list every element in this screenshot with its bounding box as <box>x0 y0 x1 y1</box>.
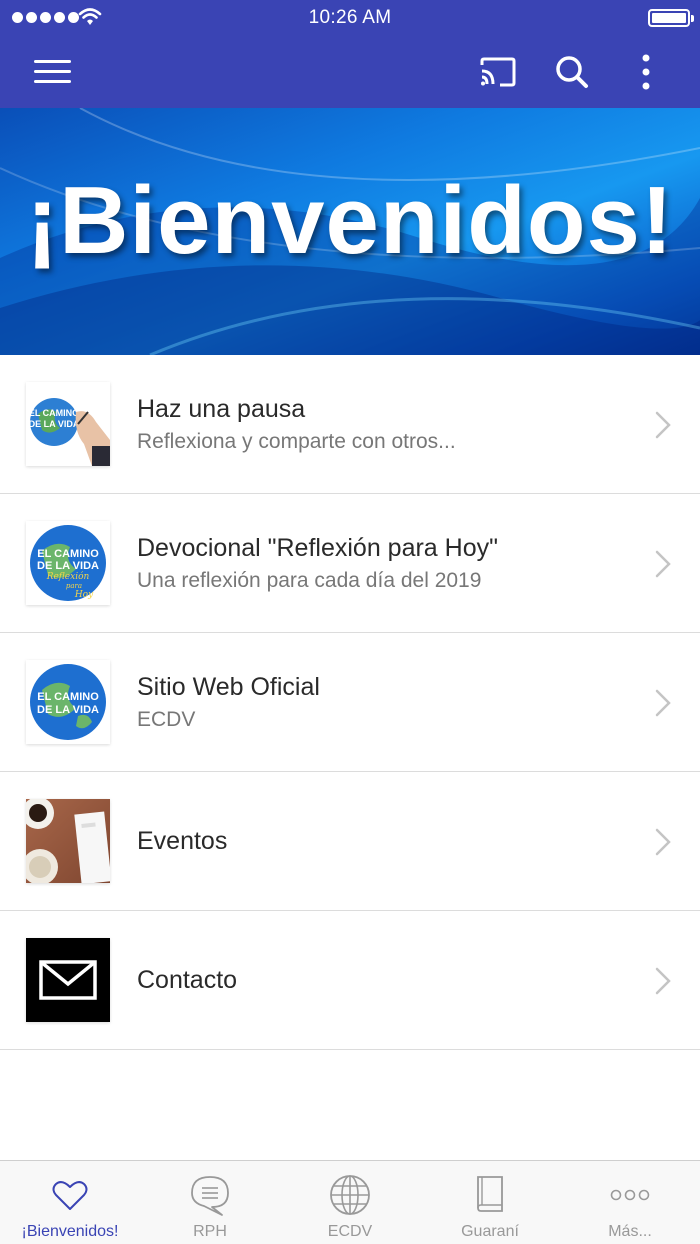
chevron-right-icon <box>655 967 671 995</box>
svg-text:DE LA VIDA: DE LA VIDA <box>37 560 99 572</box>
list-item-eventos[interactable]: Eventos <box>0 772 700 911</box>
top-app-bar <box>0 36 700 108</box>
globe-icon <box>330 1175 370 1215</box>
chat-bubble-icon <box>191 1176 229 1216</box>
svg-text:EL CAMINO: EL CAMINO <box>29 408 79 418</box>
list-item-title: Eventos <box>137 827 228 855</box>
svg-text:DE LA VIDA: DE LA VIDA <box>29 419 80 429</box>
status-bar: 10:26 AM <box>0 0 700 36</box>
search-button[interactable] <box>548 48 596 96</box>
list-item-title: Sitio Web Oficial <box>137 673 320 701</box>
cast-button[interactable] <box>474 48 522 96</box>
haz-una-pausa-thumbnail: EL CAMINO DE LA VIDA <box>26 382 110 466</box>
devocional-thumbnail: EL CAMINO DE LA VIDA Reflexión para Hoy <box>26 521 110 605</box>
eventos-thumbnail <box>26 799 110 883</box>
menu-icon <box>34 60 71 83</box>
list-item-title: Contacto <box>137 966 238 994</box>
menu-button[interactable] <box>29 48 77 96</box>
chevron-right-icon <box>655 550 671 578</box>
list-item-subtitle: ECDV <box>137 708 196 731</box>
search-icon <box>556 56 588 88</box>
envelope-icon <box>26 938 110 1022</box>
battery-icon <box>648 9 694 27</box>
more-dots-icon <box>610 1189 650 1201</box>
tab-rph[interactable]: RPH <box>140 1161 280 1244</box>
cast-icon <box>480 57 516 87</box>
list-item-subtitle: Reflexiona y comparte con otros... <box>137 430 456 453</box>
svg-text:Hoy: Hoy <box>74 590 94 600</box>
chevron-right-icon <box>655 689 671 717</box>
book-icon <box>477 1176 503 1212</box>
tab-guarani[interactable]: Guaraní <box>420 1161 560 1244</box>
chevron-right-icon <box>655 828 671 856</box>
content-list: EL CAMINO DE LA VIDA Haz una pausa Refle… <box>0 355 700 1050</box>
svg-text:para: para <box>66 582 82 590</box>
heart-icon <box>52 1181 88 1210</box>
list-item-contacto[interactable]: Contacto <box>0 911 700 1050</box>
svg-text:Reflexión: Reflexión <box>46 571 90 582</box>
list-item-haz-una-pausa[interactable]: EL CAMINO DE LA VIDA Haz una pausa Refle… <box>0 355 700 494</box>
tab-bienvenidos[interactable]: ¡Bienvenidos! <box>0 1161 140 1244</box>
tab-ecdv[interactable]: ECDV <box>280 1161 420 1244</box>
svg-text:DE LA VIDA: DE LA VIDA <box>37 704 99 716</box>
contacto-thumbnail <box>26 938 110 1022</box>
list-item-title: Devocional "Reflexión para Hoy" <box>137 534 498 562</box>
more-vertical-icon <box>642 54 650 90</box>
list-item-subtitle: Una reflexión para cada día del 2019 <box>137 569 482 592</box>
tab-label: ¡Bienvenidos! <box>21 1223 119 1240</box>
list-item-sitio-web[interactable]: EL CAMINO DE LA VIDA Sitio Web Oficial E… <box>0 633 700 772</box>
tab-label: Más... <box>608 1223 652 1240</box>
tab-mas[interactable]: Más... <box>560 1161 700 1244</box>
list-item-devocional[interactable]: EL CAMINO DE LA VIDA Reflexión para Hoy … <box>0 494 700 633</box>
svg-text:EL CAMINO: EL CAMINO <box>37 548 99 560</box>
bottom-tab-bar: ¡Bienvenidos! RPH ECDV Guaraní Más... <box>0 1160 700 1244</box>
banner-title: ¡Bienvenidos! <box>26 167 674 274</box>
sitio-web-thumbnail: EL CAMINO DE LA VIDA <box>26 660 110 744</box>
tab-label: RPH <box>193 1223 227 1240</box>
svg-text:EL CAMINO: EL CAMINO <box>37 691 99 703</box>
overflow-menu-button[interactable] <box>622 48 670 96</box>
welcome-banner: ¡Bienvenidos! <box>0 108 700 355</box>
tab-label: ECDV <box>327 1223 373 1240</box>
tab-label: Guaraní <box>461 1223 519 1240</box>
status-time: 10:26 AM <box>308 7 392 28</box>
list-item-title: Haz una pausa <box>137 395 306 423</box>
chevron-right-icon <box>655 411 671 439</box>
